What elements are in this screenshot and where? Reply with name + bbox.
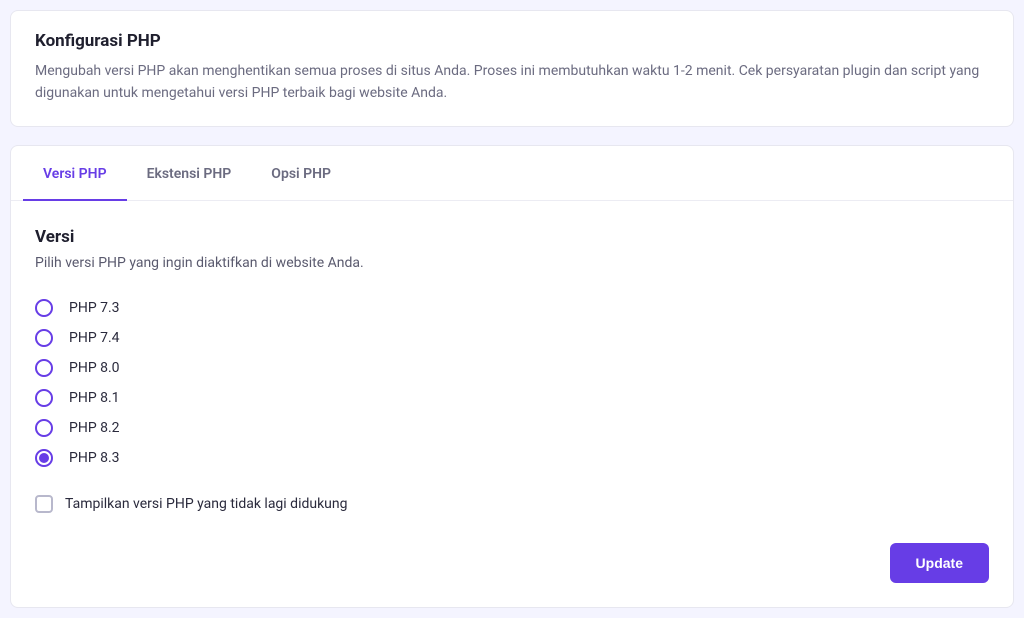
tabs-bar: Versi PHP Ekstensi PHP Opsi PHP (11, 146, 1013, 201)
php-version-option[interactable]: PHP 7.4 (35, 329, 989, 347)
panel-versi: Versi Pilih versi PHP yang ingin diaktif… (11, 201, 1013, 607)
panel-description: Pilih versi PHP yang ingin diaktifkan di… (35, 255, 989, 271)
tab-opsi-php[interactable]: Opsi PHP (251, 146, 351, 200)
update-button[interactable]: Update (890, 543, 989, 583)
header-card: Konfigurasi PHP Mengubah versi PHP akan … (10, 10, 1014, 127)
panel-footer: Update (35, 543, 989, 583)
radio-icon (35, 299, 53, 317)
main-card: Versi PHP Ekstensi PHP Opsi PHP Versi Pi… (10, 145, 1014, 608)
radio-icon (35, 449, 53, 467)
php-version-option[interactable]: PHP 8.3 (35, 449, 989, 467)
php-version-option[interactable]: PHP 7.3 (35, 299, 989, 317)
tab-ekstensi-php[interactable]: Ekstensi PHP (127, 146, 252, 200)
panel-title: Versi (35, 227, 989, 247)
radio-label: PHP 7.4 (69, 330, 120, 346)
radio-label: PHP 8.3 (69, 450, 120, 466)
php-version-list: PHP 7.3 PHP 7.4 PHP 8.0 PHP 8.1 PHP 8.2 (35, 299, 989, 467)
radio-icon (35, 329, 53, 347)
radio-label: PHP 8.2 (69, 420, 120, 436)
radio-icon (35, 389, 53, 407)
tab-versi-php[interactable]: Versi PHP (23, 146, 127, 200)
php-version-option[interactable]: PHP 8.1 (35, 389, 989, 407)
checkbox-label: Tampilkan versi PHP yang tidak lagi didu… (65, 496, 348, 512)
radio-icon (35, 419, 53, 437)
php-version-option[interactable]: PHP 8.2 (35, 419, 989, 437)
show-unsupported-checkbox[interactable]: Tampilkan versi PHP yang tidak lagi didu… (35, 495, 989, 513)
php-version-option[interactable]: PHP 8.0 (35, 359, 989, 377)
header-description: Mengubah versi PHP akan menghentikan sem… (35, 61, 989, 104)
checkbox-icon (35, 495, 53, 513)
radio-label: PHP 8.0 (69, 360, 120, 376)
radio-label: PHP 8.1 (69, 390, 120, 406)
radio-label: PHP 7.3 (69, 300, 120, 316)
radio-icon (35, 359, 53, 377)
header-title: Konfigurasi PHP (35, 31, 989, 51)
